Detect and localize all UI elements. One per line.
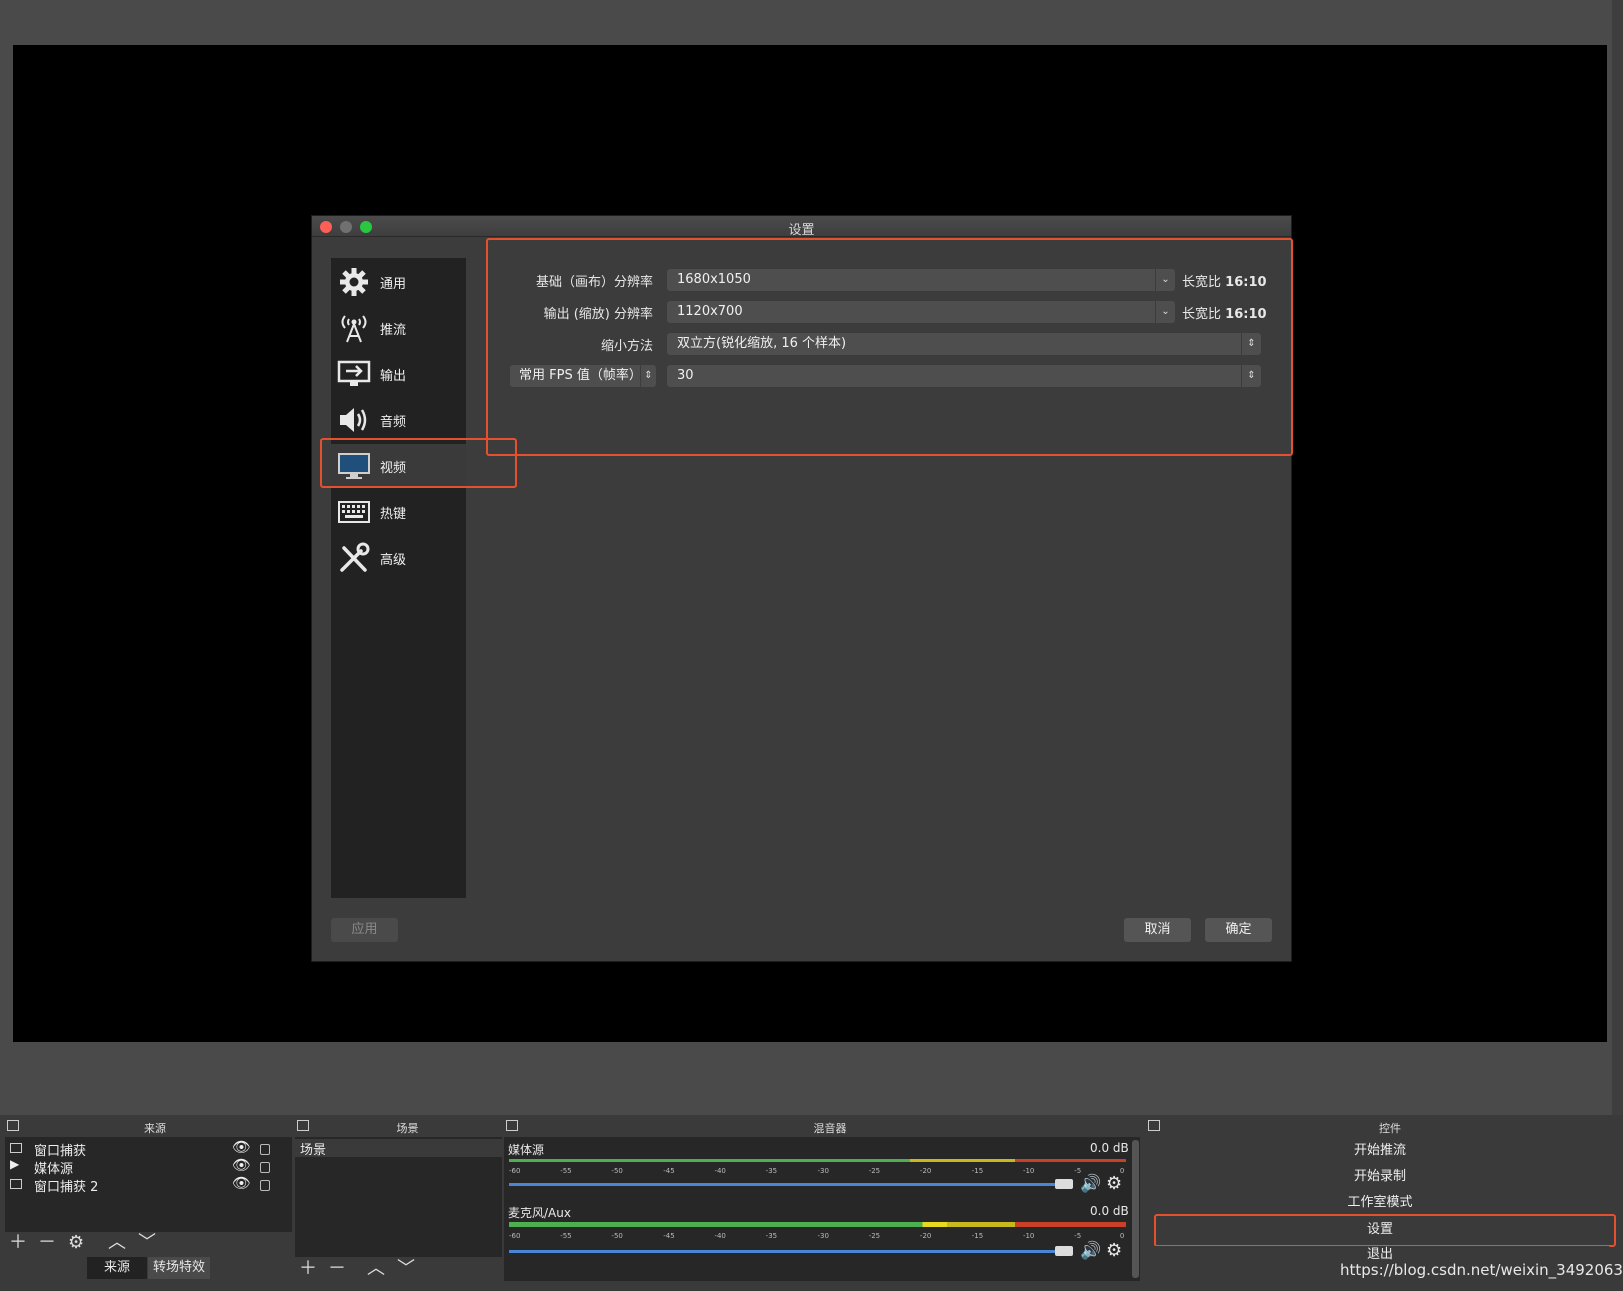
- keyboard-icon: [336, 494, 372, 530]
- nav-label: 推流: [380, 322, 407, 338]
- volume-slider-handle[interactable]: [1055, 1246, 1073, 1256]
- nav-label: 输出: [380, 368, 407, 384]
- controls-dock-title: 控件: [1379, 1122, 1401, 1135]
- nav-label: 音频: [380, 414, 407, 430]
- nav-label: 热键: [380, 506, 407, 522]
- scenes-list: 场景: [295, 1137, 502, 1257]
- watermark-text: https://blog.csdn.net/weixin_34920636: [1340, 1261, 1623, 1279]
- channel-settings-gear-icon[interactable]: ⚙: [1106, 1240, 1122, 1261]
- mute-speaker-icon[interactable]: 🔊: [1080, 1174, 1101, 1194]
- window-icon: [10, 1179, 22, 1189]
- scenes-dock-title: 场景: [396, 1122, 419, 1135]
- cancel-button[interactable]: 取消: [1124, 918, 1191, 942]
- volume-slider[interactable]: [509, 1250, 1064, 1253]
- eye-icon[interactable]: 👁: [232, 1156, 251, 1174]
- lock-icon[interactable]: [260, 1180, 270, 1191]
- sources-list: 窗口捕获 👁 ▶ 媒体源 👁 窗口捕获 2 👁: [5, 1137, 292, 1232]
- scene-up-chevron-icon[interactable]: ︿: [367, 1259, 385, 1279]
- dialog-titlebar: 设置: [312, 216, 1291, 238]
- add-scene-button[interactable]: ＋: [299, 1259, 317, 1279]
- tab-sources[interactable]: 来源: [87, 1257, 147, 1279]
- volume-slider-handle[interactable]: [1055, 1179, 1073, 1189]
- settings-nav: 通用 推流 输出 音频 视频 热键 高级: [331, 258, 466, 898]
- volume-slider[interactable]: [509, 1183, 1064, 1186]
- move-down-chevron-icon[interactable]: ﹀: [138, 1233, 156, 1253]
- source-properties-gear-icon[interactable]: ⚙: [68, 1233, 84, 1253]
- eye-icon[interactable]: 👁: [232, 1138, 251, 1156]
- start-recording-button[interactable]: 开始录制: [1150, 1166, 1610, 1188]
- video-nav-highlight: [320, 438, 517, 488]
- add-source-button[interactable]: ＋: [9, 1233, 27, 1253]
- speaker-icon: [336, 402, 372, 438]
- scene-item[interactable]: 场景: [295, 1139, 502, 1158]
- move-up-chevron-icon[interactable]: ︿: [108, 1233, 126, 1253]
- undock-icon[interactable]: [297, 1120, 309, 1131]
- mixer-scrollbar[interactable]: [1132, 1140, 1139, 1278]
- meter-scale: -60 -55 -50 -45 -40 -35 -30 -25 -20 -15 -10 -5 0: [509, 1167, 1125, 1175]
- source-name: 媒体源: [34, 1162, 74, 1177]
- undock-icon[interactable]: [506, 1120, 518, 1131]
- scene-down-chevron-icon[interactable]: ﹀: [397, 1259, 415, 1279]
- meter-scale: -60 -55 -50 -45 -40 -35 -30 -25 -20 -15 -10 -5 0: [509, 1232, 1125, 1240]
- source-name: 窗口捕获: [34, 1144, 87, 1159]
- channel-name: 媒体源: [508, 1143, 545, 1157]
- remove-source-button[interactable]: －: [38, 1233, 56, 1253]
- video-settings-highlight: [486, 238, 1293, 456]
- mixer-dock-title: 混音器: [813, 1122, 847, 1135]
- sources-dock-title: 来源: [144, 1122, 166, 1135]
- settings-button-highlight: [1154, 1214, 1616, 1247]
- gear-icon: [336, 264, 372, 300]
- undock-icon[interactable]: [1148, 1120, 1160, 1131]
- tab-transitions[interactable]: 转场特效: [148, 1257, 210, 1279]
- mute-speaker-icon[interactable]: 🔊: [1080, 1241, 1101, 1261]
- start-streaming-button[interactable]: 开始推流: [1150, 1140, 1610, 1162]
- studio-mode-button[interactable]: 工作室模式: [1150, 1192, 1610, 1214]
- tools-icon: [336, 540, 372, 576]
- nav-label: 高级: [380, 552, 407, 568]
- right-edge-strip: [1612, 0, 1623, 1291]
- nav-item-audio[interactable]: 音频: [331, 398, 466, 442]
- output-monitor-icon: [336, 356, 372, 392]
- channel-db: 0.0 dB: [1090, 1141, 1129, 1155]
- ok-button[interactable]: 确定: [1205, 918, 1272, 942]
- nav-item-hotkeys[interactable]: 热键: [331, 490, 466, 534]
- broadcast-antenna-icon: [336, 310, 372, 346]
- play-icon: ▶: [10, 1157, 20, 1171]
- nav-item-general[interactable]: 通用: [331, 260, 466, 304]
- nav-label: 通用: [380, 276, 407, 292]
- apply-button[interactable]: 应用: [331, 918, 398, 942]
- channel-settings-gear-icon[interactable]: ⚙: [1106, 1173, 1122, 1194]
- undock-icon[interactable]: [7, 1120, 19, 1131]
- nav-item-advanced[interactable]: 高级: [331, 536, 466, 580]
- source-item[interactable]: 窗口捕获 2 👁: [5, 1174, 285, 1195]
- nav-item-output[interactable]: 输出: [331, 352, 466, 396]
- window-icon: [10, 1143, 22, 1153]
- dialog-title: 设置: [788, 223, 815, 238]
- eye-icon[interactable]: 👁: [232, 1174, 251, 1192]
- channel-db: 0.0 dB: [1090, 1204, 1129, 1218]
- nav-item-stream[interactable]: 推流: [331, 306, 466, 350]
- settings-dialog: 设置 通用 推流 输出 音频 视频 热键 高级 基础（画布）分辨率 1680x1…: [311, 215, 1293, 962]
- source-name: 窗口捕获 2: [34, 1180, 99, 1195]
- lock-icon[interactable]: [260, 1162, 270, 1173]
- remove-scene-button[interactable]: －: [328, 1259, 346, 1279]
- lock-icon[interactable]: [260, 1144, 270, 1155]
- channel-name: 麦克风/Aux: [508, 1206, 571, 1220]
